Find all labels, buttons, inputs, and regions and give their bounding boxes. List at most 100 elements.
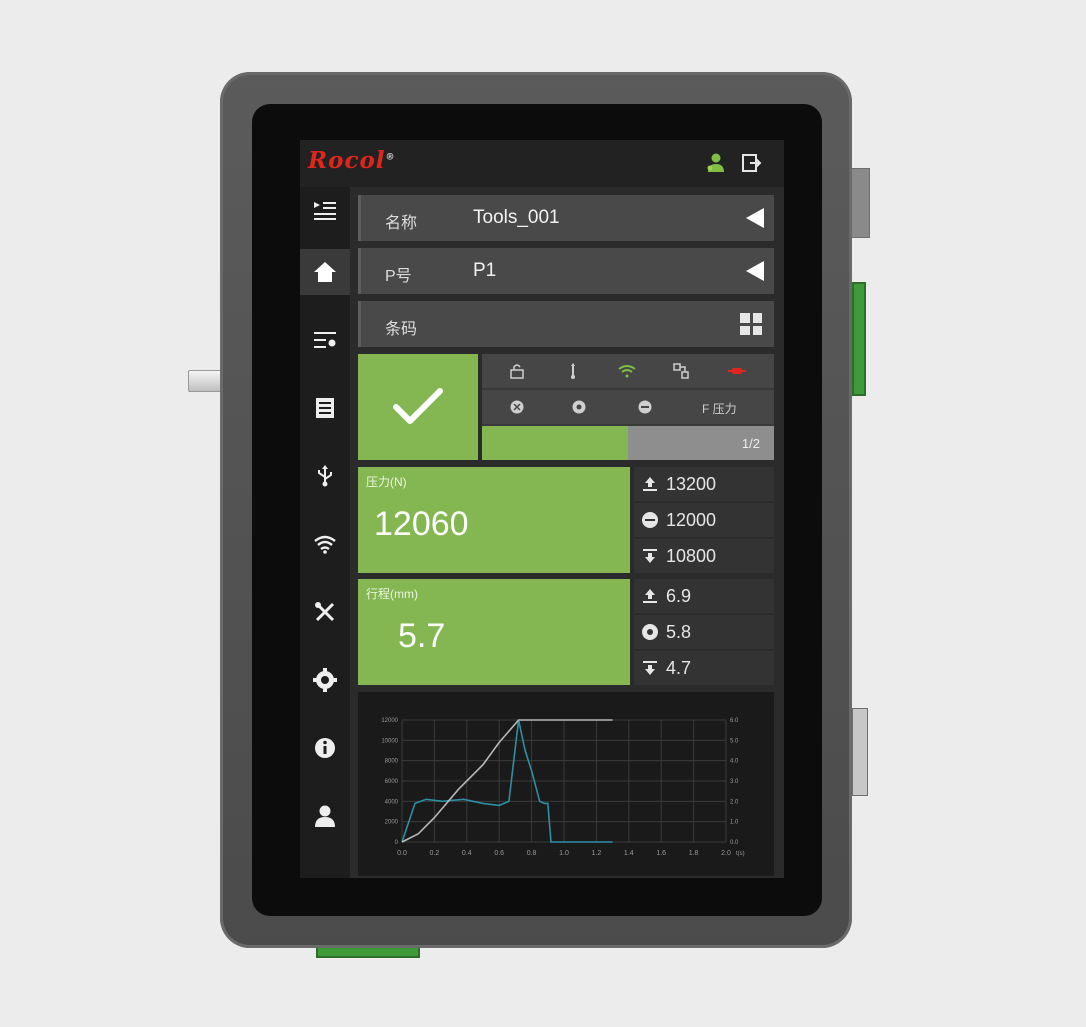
force-target: 12000 [634, 503, 774, 537]
menu-collapse-icon [314, 202, 336, 220]
force-value: 12060 [374, 505, 469, 543]
device-screen: Rocol® 名称 Tools_001 P号 P1 条码 F 压力 1/2 压力… [300, 140, 784, 878]
y-left-tick-label: 12000 [381, 718, 398, 724]
x-tick-label: 1.4 [624, 850, 634, 857]
sidebar-item-user[interactable] [300, 793, 350, 839]
tool-name-arrow-icon[interactable] [746, 208, 764, 228]
tool-name-value: Tools_001 [473, 207, 560, 228]
lock-icon [508, 362, 526, 380]
sensor-icon [508, 398, 526, 416]
stroke-lower-value: 4.7 [666, 657, 692, 678]
y-left-tick-label: 2000 [385, 820, 399, 826]
sidebar [300, 187, 350, 878]
force-panel: 压力(N) 12060 [358, 467, 630, 573]
upper-limit-icon [640, 586, 660, 606]
y-right-tick-label: 2.0 [730, 799, 739, 805]
force-lower-value: 10800 [666, 545, 717, 566]
target-icon [640, 622, 660, 642]
stroke-target-value: 5.8 [666, 621, 692, 642]
tools-icon [315, 602, 335, 622]
y-left-tick-label: 10000 [381, 738, 398, 744]
status-row-sensors: F 压力 [482, 390, 774, 424]
cycle-progress-fill [482, 426, 628, 460]
program-arrow-icon[interactable] [746, 261, 764, 281]
qr-code-icon[interactable] [740, 313, 762, 335]
x-unit-label: t(s) [736, 851, 745, 857]
chart-svg: 0.0 0.2 0.4 0.6 0.8 1.0 1.2 1.4 1.6 1.8 2.0 12000 6.… [381, 718, 745, 857]
circle-icon [570, 398, 588, 416]
stroke-upper-value: 6.9 [666, 585, 692, 606]
side-port [852, 708, 868, 796]
stroke-lower-limit: 4.7 [634, 651, 774, 685]
x-tick-label: 0.6 [494, 850, 504, 857]
x-tick-label: 1.0 [559, 850, 569, 857]
lower-limit-icon [640, 658, 660, 678]
link-icon [672, 362, 690, 380]
document-icon [316, 398, 334, 418]
home-icon [314, 262, 336, 282]
usb-status-icon [564, 362, 582, 380]
result-ok-indicator [358, 354, 478, 460]
barcode-row[interactable]: 条码 [358, 301, 774, 347]
tool-name-label: 名称 [385, 215, 418, 232]
y-left-tick-label: 6000 [385, 779, 399, 785]
y-right-tick-label: 3.0 [730, 779, 739, 785]
side-pin [188, 370, 224, 392]
y-right-tick-label: 1.0 [730, 820, 739, 826]
force-limits: 13200 12000 10800 [634, 467, 774, 573]
program-row[interactable]: P号 P1 [358, 248, 774, 294]
program-value: P1 [473, 260, 497, 281]
sidebar-item-list-settings[interactable] [300, 317, 350, 363]
y-left-tick-label: 0 [395, 840, 399, 846]
force-upper-value: 13200 [666, 473, 717, 494]
user-icon [315, 805, 335, 827]
sidebar-item-tools[interactable] [300, 589, 350, 635]
sidebar-item-records[interactable] [300, 385, 350, 431]
y-right-tick-label: 5.0 [730, 738, 739, 744]
cycle-progress-bar: 1/2 [482, 426, 774, 460]
x-tick-label: 1.6 [656, 850, 666, 857]
x-tick-label: 2.0 [721, 850, 731, 857]
side-switch [850, 168, 870, 238]
force-lower-limit: 10800 [634, 539, 774, 573]
logo-mark: ® [385, 152, 396, 163]
stroke-panel: 行程(mm) 5.7 [358, 579, 630, 685]
info-icon [315, 738, 335, 758]
stroke-upper-limit: 6.9 [634, 579, 774, 613]
force-stroke-chart: 0.0 0.2 0.4 0.6 0.8 1.0 1.2 1.4 1.6 1.8 2.0 12000 6.… [358, 692, 774, 876]
y-right-tick-label: 4.0 [730, 759, 739, 765]
cycle-progress-text: 1/2 [741, 436, 760, 451]
stroke-caption: 行程(mm) [366, 587, 418, 601]
stroke-limits: 6.9 5.8 4.7 [634, 579, 774, 685]
program-label: P号 [385, 268, 412, 285]
logout-icon[interactable] [740, 152, 762, 174]
upper-limit-icon [640, 474, 660, 494]
usb-icon [318, 465, 332, 487]
sidebar-item-info[interactable] [300, 725, 350, 771]
force-target-value: 12000 [666, 509, 717, 530]
force-mode-text: F 压力 [702, 402, 737, 416]
x-tick-label: 0.2 [430, 850, 440, 857]
x-tick-label: 0.4 [462, 850, 472, 857]
x-tick-label: 1.2 [592, 850, 602, 857]
user-status-icon[interactable] [705, 152, 727, 174]
tool-name-row[interactable]: 名称 Tools_001 [358, 195, 774, 241]
sidebar-item-wifi[interactable] [300, 521, 350, 567]
sidebar-item-settings[interactable] [300, 657, 350, 703]
wifi-status-icon [618, 362, 636, 380]
wifi-icon [314, 535, 336, 554]
y-left-tick-label: 8000 [385, 759, 399, 765]
x-tick-label: 0.8 [527, 850, 537, 857]
sidebar-item-home[interactable] [300, 249, 350, 295]
sidebar-item-menu[interactable] [300, 187, 350, 233]
sidebar-item-usb[interactable] [300, 453, 350, 499]
force-caption: 压力(N) [366, 475, 407, 489]
check-icon [393, 388, 443, 424]
lower-limit-icon [640, 546, 660, 566]
stroke-target: 5.8 [634, 615, 774, 649]
top-right-terminal [852, 282, 866, 396]
y-right-tick-label: 6.0 [730, 718, 739, 724]
gear-icon [313, 668, 337, 692]
top-bar: Rocol® [300, 140, 784, 187]
y-left-tick-label: 4000 [385, 799, 399, 805]
